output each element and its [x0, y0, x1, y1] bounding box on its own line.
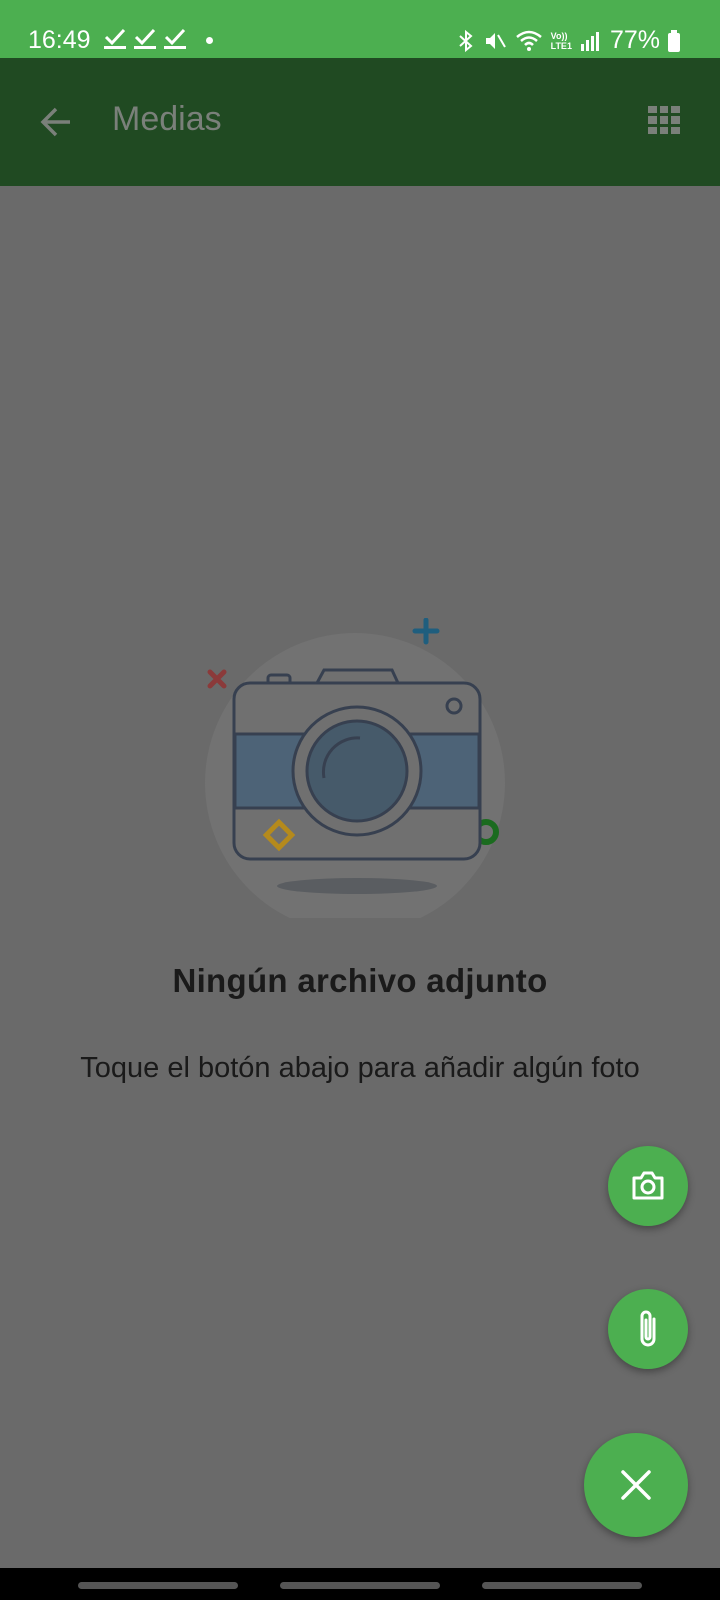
attach-file-button[interactable] [608, 1289, 688, 1369]
status-notifications [104, 26, 186, 50]
app-bar: Medias [0, 58, 720, 186]
status-time: 16:49 [28, 26, 91, 54]
paperclip-icon [640, 1310, 656, 1347]
camera-icon [632, 1171, 664, 1200]
signal-icon [580, 31, 599, 51]
dot-icon [206, 37, 213, 44]
empty-state-description: Toque el botón abajo para añadir algún f… [80, 1052, 640, 1084]
cross-mark-icon [207, 669, 227, 689]
nav-recent-handle[interactable] [78, 1582, 238, 1589]
battery-percentage: 77% [609, 26, 660, 54]
check-icon [134, 28, 156, 49]
volte-icon: Vo)) LTE1 [551, 31, 572, 51]
battery-icon [668, 29, 680, 52]
status-bar: 16:49 Vo)) LTE1 77% [0, 0, 720, 58]
camera-illustration [205, 618, 505, 918]
status-system-icons: Vo)) LTE1 77% [457, 26, 680, 55]
camera-button[interactable] [608, 1146, 688, 1226]
arrow-left-icon [40, 107, 70, 137]
empty-state-title: Ningún archivo adjunto [172, 962, 548, 999]
bluetooth-icon [458, 29, 473, 52]
grid-view-button[interactable] [648, 106, 680, 134]
mute-icon [485, 32, 506, 49]
check-icon [104, 28, 126, 49]
volte-bottom-label: LTE1 [550, 40, 572, 51]
plus-mark-icon [412, 618, 440, 645]
back-button[interactable] [36, 102, 76, 142]
close-icon [621, 1470, 651, 1500]
wifi-icon [515, 30, 542, 51]
nav-home-handle[interactable] [280, 1582, 440, 1589]
volte-top-label: Vo)) [550, 30, 568, 41]
grid-icon [648, 106, 657, 114]
check-icon [164, 28, 186, 49]
system-navigation-bar [0, 1568, 720, 1600]
close-menu-button[interactable] [584, 1433, 688, 1537]
page-title: Medias [112, 100, 222, 138]
nav-back-handle[interactable] [482, 1582, 642, 1589]
